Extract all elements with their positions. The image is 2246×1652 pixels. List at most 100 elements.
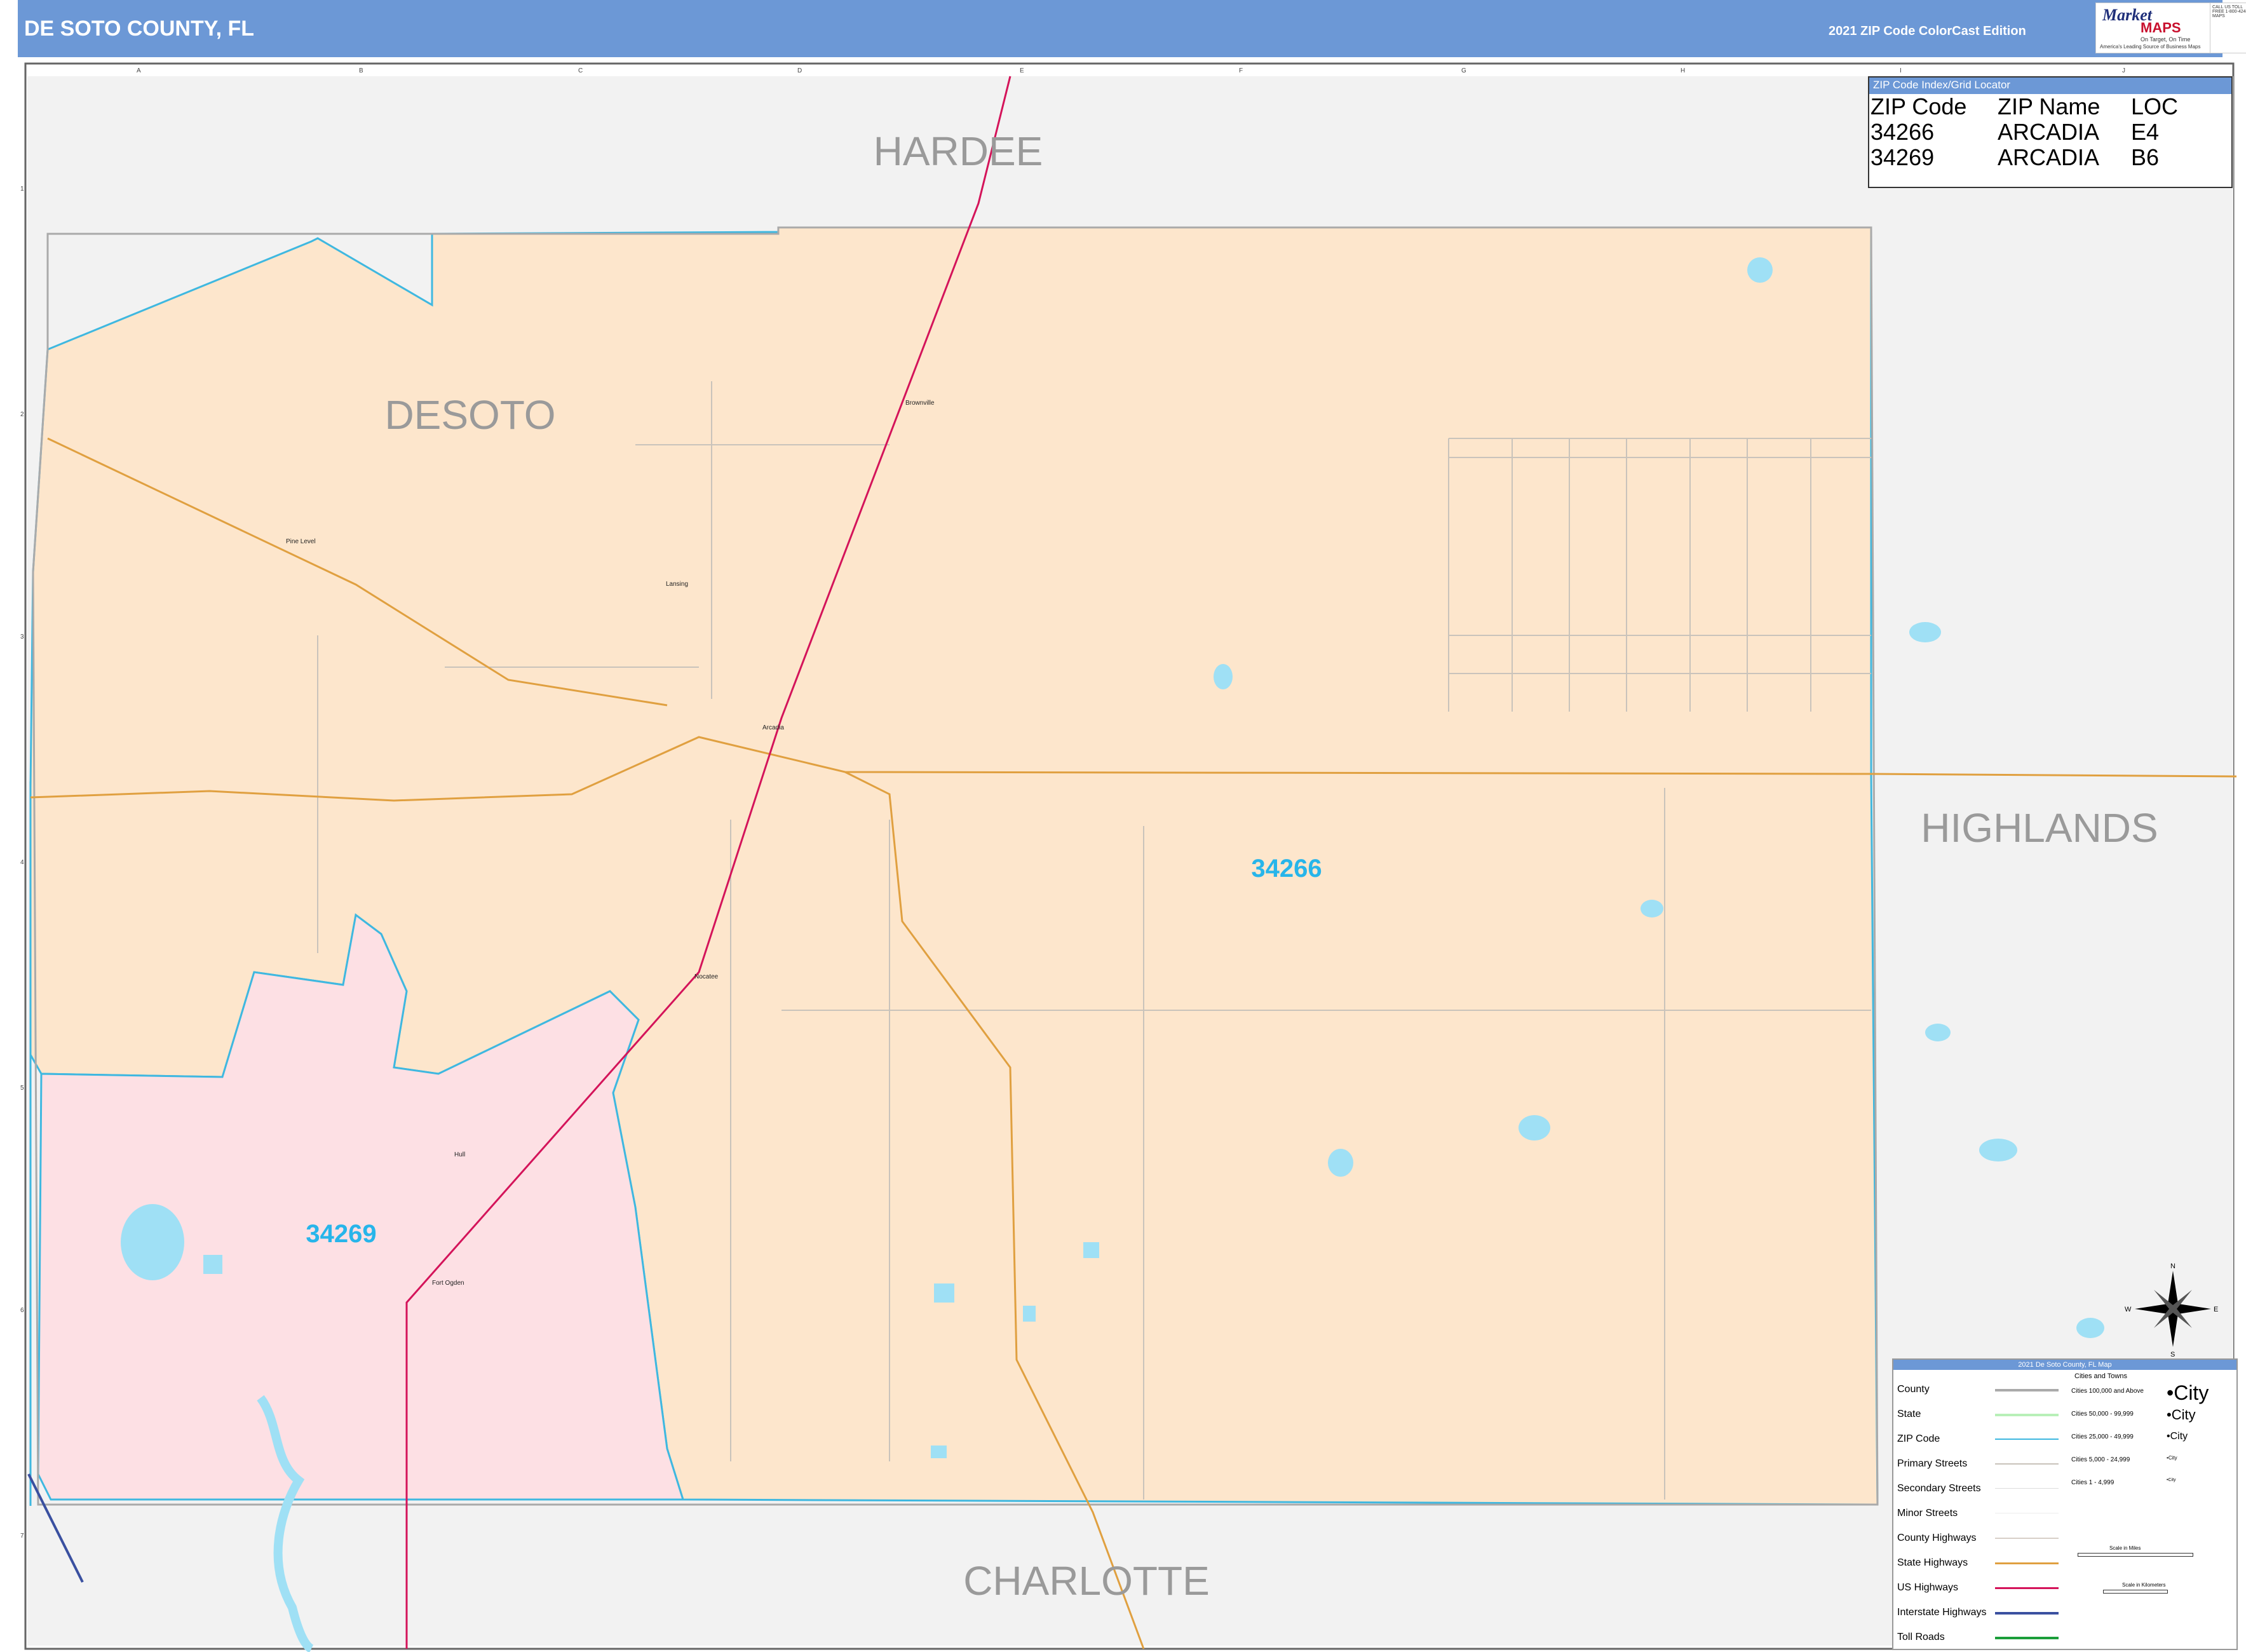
legend-line-zip: [1995, 1439, 2059, 1440]
lake: [1909, 622, 1941, 642]
legend-item-zip: ZIP Code: [1897, 1433, 1940, 1444]
compass-s: S: [2170, 1351, 2175, 1358]
legend-item-state: State: [1897, 1409, 1921, 1419]
zip-label-34266: 34266: [1251, 855, 1322, 883]
pond: [1023, 1306, 1036, 1322]
zip-code-cell: 34269: [1871, 144, 1935, 170]
grid-col-j: J: [2122, 67, 2125, 74]
legend-item-toll: Toll Roads: [1897, 1632, 1945, 1642]
legend-city-text: City: [2170, 1431, 2188, 1442]
zip-name-cell: ARCADIA: [1998, 144, 2100, 170]
lake: [2076, 1318, 2104, 1338]
grid-col-d: D: [797, 67, 802, 74]
legend-item-secondary: Secondary Streets: [1897, 1483, 1981, 1494]
zip-index-table: ZIP Code ZIP Name LOC 34266 ARCADIA E4 3…: [1871, 94, 2178, 170]
legend-item-county: County: [1897, 1384, 1930, 1395]
zip-index-header: ZIP Code: [1871, 93, 1967, 119]
lake: [1979, 1139, 2017, 1161]
zip-label-34269: 34269: [306, 1220, 376, 1248]
legend-line-interstate: [1995, 1612, 2059, 1615]
scale-miles-label: Scale in Miles: [2109, 1545, 2141, 1551]
legend-line-state-hwy: [1995, 1562, 2059, 1564]
grid-col-h: H: [1681, 67, 1685, 74]
place-brownville: Brownville: [905, 400, 935, 407]
legend-city-class: Cities 50,000 - 99,999: [2071, 1411, 2134, 1418]
legend-city-glyph: •City: [2167, 1381, 2209, 1404]
legend-city-class: Cities 5,000 - 24,999: [2071, 1456, 2130, 1463]
grid-col-e: E: [1020, 67, 1024, 74]
zip-loc-cell: E4: [2131, 119, 2160, 145]
grid-row-2: 2: [20, 411, 24, 418]
zip-index-header-row: ZIP Code ZIP Name LOC: [1871, 94, 2178, 119]
grid-row-3: 3: [20, 633, 24, 640]
scale-bar-km: [2103, 1590, 2168, 1594]
legend-city-class: Cities 25,000 - 49,999: [2071, 1433, 2134, 1440]
pond: [931, 1446, 947, 1458]
lake: [1328, 1149, 1353, 1177]
label-charlotte: CHARLOTTE: [963, 1558, 1210, 1604]
legend-city-class: Cities 1 - 4,999: [2071, 1479, 2114, 1486]
legend-city-text: City: [2168, 1455, 2177, 1461]
map-legend: 2021 De Soto County, FL Map Cities and T…: [1892, 1358, 2238, 1650]
legend-line-county: [1995, 1389, 2059, 1391]
compass-w: W: [2125, 1306, 2132, 1313]
grid-col-g: G: [1461, 67, 1466, 74]
legend-line-state: [1995, 1414, 2059, 1416]
legend-city-glyph: •City: [2167, 1407, 2196, 1423]
legend-cities-title: Cities and Towns: [2074, 1372, 2127, 1380]
legend-item-primary: Primary Streets: [1897, 1458, 1968, 1469]
legend-city-text: City: [2168, 1478, 2176, 1482]
grid-col-i: I: [1900, 67, 1902, 74]
lake: [1214, 664, 1233, 689]
grid-row-1: 1: [20, 186, 24, 193]
grid-row-7: 7: [20, 1533, 24, 1540]
grid-ticks-left: 1 2 3 4 5 6 7: [20, 186, 24, 1540]
legend-item-us-hwy: US Highways: [1897, 1582, 1959, 1593]
legend-line-primary: [1995, 1463, 2059, 1465]
lake: [1641, 900, 1663, 917]
grid-row-5: 5: [20, 1085, 24, 1092]
grid-col-f: F: [1239, 67, 1243, 74]
place-pine-level: Pine Level: [286, 538, 316, 545]
lake: [1925, 1024, 1951, 1041]
pond: [934, 1283, 954, 1303]
table-row: 34269 ARCADIA B6: [1871, 145, 2178, 170]
legend-city-glyph: •City: [2167, 1431, 2188, 1442]
place-fort-ogden: Fort Ogden: [432, 1280, 464, 1287]
pond: [1083, 1242, 1099, 1258]
legend-city-text: City: [2174, 1381, 2209, 1404]
legend-line-us-hwy: [1995, 1587, 2059, 1589]
legend-line-toll: [1995, 1637, 2059, 1639]
legend-item-minor: Minor Streets: [1897, 1508, 1958, 1519]
lake-large: [121, 1204, 184, 1280]
place-arcadia: Arcadia: [762, 724, 784, 731]
legend-item-county-hwy: County Highways: [1897, 1533, 1977, 1543]
zip-index-header: LOC: [2131, 93, 2179, 119]
legend-item-interstate: Interstate Highways: [1897, 1607, 1987, 1618]
zip-code-cell: 34266: [1871, 119, 1935, 145]
grid-col-a: A: [137, 67, 141, 74]
legend-title: 2021 De Soto County, FL Map: [1893, 1360, 2236, 1370]
legend-city-glyph: •City: [2167, 1455, 2177, 1461]
legend-line-county-hwy: [1995, 1538, 2059, 1539]
scale-bar-miles: [2078, 1553, 2193, 1557]
legend-city-glyph: •City: [2167, 1478, 2176, 1482]
legend-item-state-hwy: State Highways: [1897, 1557, 1968, 1568]
label-highlands: HIGHLANDS: [1921, 805, 2158, 851]
label-hardee: HARDEE: [874, 128, 1043, 174]
label-desoto: DESOTO: [384, 392, 555, 438]
grid-col-b: B: [359, 67, 363, 74]
scale-km-label: Scale in Kilometers: [2122, 1582, 2166, 1588]
zip-index-box: ZIP Code Index/Grid Locator ZIP Code ZIP…: [1868, 76, 2233, 188]
table-row: 34266 ARCADIA E4: [1871, 119, 2178, 145]
legend-city-text: City: [2171, 1407, 2196, 1423]
lake: [1747, 257, 1773, 283]
zip-index-title: ZIP Code Index/Grid Locator: [1869, 78, 2231, 94]
grid-col-c: C: [578, 67, 583, 74]
grid-row-4: 4: [20, 859, 24, 866]
place-nocatee: Nocatee: [694, 973, 719, 980]
zip-loc-cell: B6: [2131, 144, 2160, 170]
place-lansing: Lansing: [666, 581, 688, 588]
compass-e: E: [2214, 1306, 2218, 1313]
pond: [203, 1255, 222, 1274]
